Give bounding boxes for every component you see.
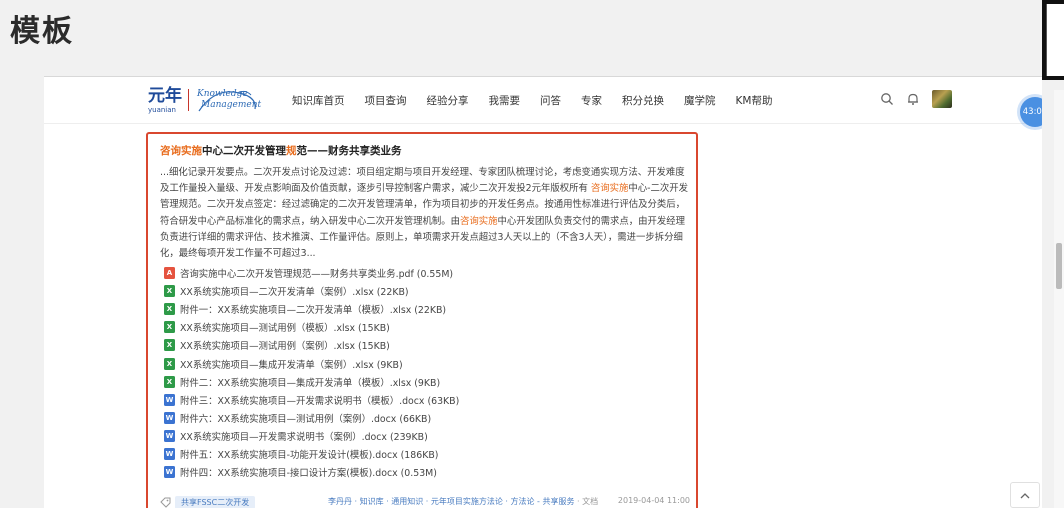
excel-icon: X bbox=[164, 285, 175, 298]
result-title[interactable]: 咨询实施中心二次开发管理规范——财务共享类业务 bbox=[160, 143, 402, 158]
nav-item-i-need[interactable]: 我需要 bbox=[489, 93, 521, 108]
attachment-item[interactable]: X XX系统实施项目—测试用例（案例）.xlsx (15KB) bbox=[164, 336, 459, 354]
bell-icon[interactable] bbox=[906, 92, 920, 106]
attachment-item[interactable]: W 附件三：XX系统实施项目—开发需求说明书（模板）.docx (63KB) bbox=[164, 391, 459, 409]
nav-item-home[interactable]: 知识库首页 bbox=[292, 93, 345, 108]
nav-item-academy[interactable]: 魔学院 bbox=[684, 93, 716, 108]
excel-icon: X bbox=[164, 339, 175, 352]
nav-item-qa[interactable]: 问答 bbox=[540, 93, 561, 108]
search-icon[interactable] bbox=[880, 92, 894, 106]
attachment-item[interactable]: A 咨询实施中心二次开发管理规范——财务共享类业务.pdf (0.55M) bbox=[164, 264, 459, 282]
km-logo-line1: Knowledge bbox=[197, 89, 248, 99]
attachment-item[interactable]: W 附件四：XX系统实施项目-接口设计方案(模板).docx (0.53M) bbox=[164, 463, 459, 481]
word-icon: W bbox=[164, 466, 175, 479]
attachment-item[interactable]: X XX系统实施项目—集成开发清单（案例）.xlsx (9KB) bbox=[164, 354, 459, 372]
nav-actions bbox=[880, 90, 952, 108]
logo-en: yuanian bbox=[148, 106, 176, 114]
excel-icon: X bbox=[164, 357, 175, 370]
scrollbar-thumb[interactable] bbox=[1056, 243, 1062, 289]
tag-icon bbox=[160, 497, 171, 508]
attachment-list: A 咨询实施中心二次开发管理规范——财务共享类业务.pdf (0.55M) X XX… bbox=[164, 264, 459, 481]
back-to-top-button[interactable] bbox=[1010, 482, 1040, 508]
word-icon: W bbox=[164, 393, 175, 406]
nav-item-km-help[interactable]: KM帮助 bbox=[736, 93, 773, 108]
slide-title: 模板 bbox=[10, 14, 74, 49]
attachment-item[interactable]: W XX系统实施项目—开发需求说明书（案例）.docx (239KB) bbox=[164, 427, 459, 445]
result-description: ...细化记录开发要点。二次开发点讨论及过滤：项目组定期与项目开发经理、专家团队… bbox=[160, 167, 688, 260]
nav-item-experience[interactable]: 经验分享 bbox=[427, 93, 469, 108]
attachment-item[interactable]: X XX系统实施项目—测试用例（模板）.xlsx (15KB) bbox=[164, 318, 459, 336]
window-edge bbox=[1042, 0, 1064, 80]
result-date: 2019-04-04 11:00 bbox=[617, 496, 690, 505]
km-logo: Knowledge Management bbox=[195, 85, 261, 115]
result-tag[interactable]: 共享FSSC二次开发 bbox=[175, 495, 256, 508]
knowledge-page: 元年 yuanian Knowledge Management 知识库首页 项目… bbox=[44, 76, 1042, 508]
result-footer: 共享FSSC二次开发 李丹丹 · 知识库 · 通用知识 · 元年项目实施方法论 … bbox=[160, 494, 690, 508]
logo-divider bbox=[188, 89, 189, 111]
brand-logo[interactable]: 元年 yuanian Knowledge Management bbox=[148, 85, 261, 115]
search-result-card[interactable]: 咨询实施中心二次开发管理规范——财务共享类业务 ...细化记录开发要点。二次开发… bbox=[146, 132, 698, 508]
word-icon: W bbox=[164, 447, 175, 460]
km-logo-line2: Management bbox=[201, 100, 262, 110]
nav-item-experts[interactable]: 专家 bbox=[581, 93, 602, 108]
attachment-item[interactable]: W 附件六：XX系统实施项目—测试用例（案例）.docx (66KB) bbox=[164, 409, 459, 427]
top-navbar: 元年 yuanian Knowledge Management 知识库首页 项目… bbox=[44, 76, 1042, 127]
excel-icon: X bbox=[164, 303, 175, 316]
pdf-icon: A bbox=[164, 267, 175, 280]
attachment-item[interactable]: W 附件五：XX系统实施项目-功能开发设计(模板).docx (186KB) bbox=[164, 445, 459, 463]
attachment-item[interactable]: X XX系统实施项目—二次开发清单（案例）.xlsx (22KB) bbox=[164, 282, 459, 300]
timer-badge[interactable]: 43:01 bbox=[1020, 97, 1042, 127]
logo-cn: 元年 bbox=[148, 86, 182, 106]
chevron-up-icon bbox=[1020, 493, 1030, 499]
word-icon: W bbox=[164, 429, 175, 442]
attachment-item[interactable]: X 附件二：XX系统实施项目—集成开发清单（模板）.xlsx (9KB) bbox=[164, 373, 459, 391]
scrollbar-track[interactable] bbox=[1054, 90, 1064, 508]
excel-icon: X bbox=[164, 375, 175, 388]
word-icon: W bbox=[164, 411, 175, 424]
main-nav: 知识库首页 项目查询 经验分享 我需要 问答 专家 积分兑换 魔学院 KM帮助 bbox=[292, 77, 792, 123]
result-meta[interactable]: 李丹丹 · 知识库 · 通用知识 · 元年项目实施方法论 · 方法论 - 共享服… bbox=[328, 496, 598, 507]
nav-item-project-search[interactable]: 项目查询 bbox=[365, 93, 407, 108]
attachment-item[interactable]: X 附件一：XX系统实施项目—二次开发清单（模板）.xlsx (22KB) bbox=[164, 300, 459, 318]
avatar[interactable] bbox=[932, 90, 952, 108]
nav-item-points[interactable]: 积分兑换 bbox=[622, 93, 664, 108]
excel-icon: X bbox=[164, 321, 175, 334]
